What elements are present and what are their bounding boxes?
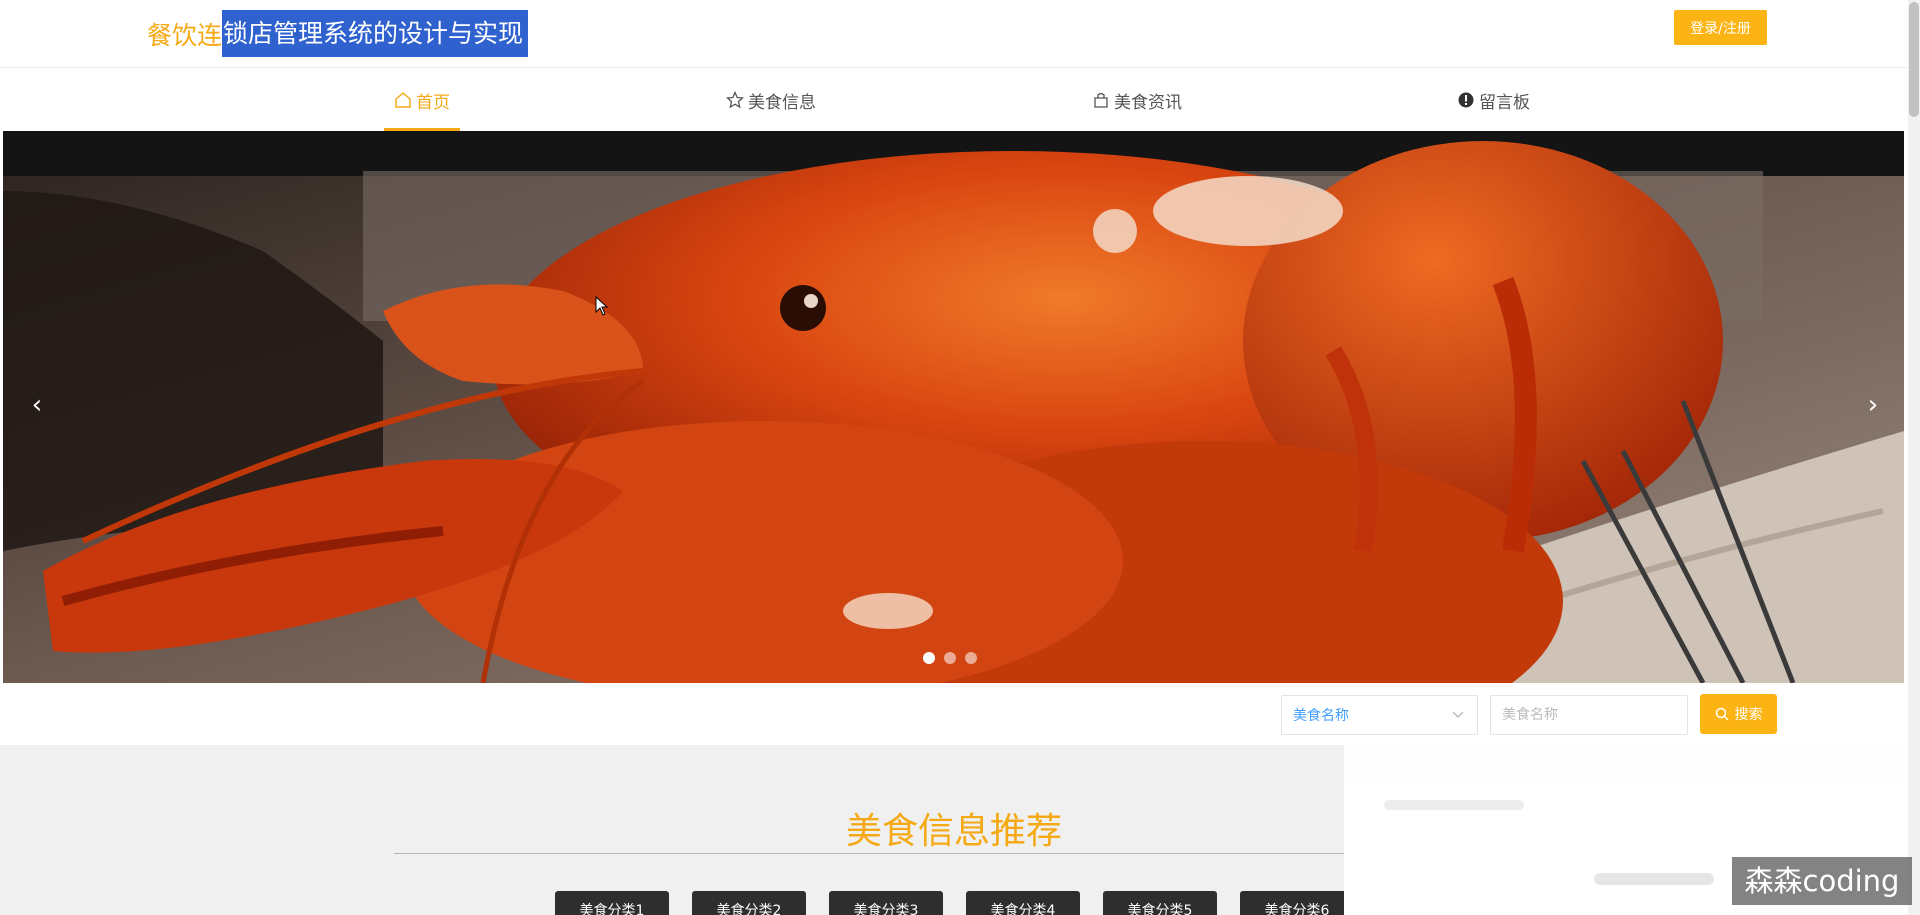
- nav-item-label: 美食信息: [748, 92, 816, 113]
- banner-carousel[interactable]: [3, 131, 1904, 683]
- chevron-down-icon: [1452, 711, 1464, 718]
- category-tab-5[interactable]: 美食分类5: [1103, 891, 1217, 915]
- scrollbar-thumb[interactable]: [1909, 2, 1919, 117]
- search-icon: [1715, 707, 1729, 721]
- search-button-label: 搜索: [1734, 707, 1763, 723]
- watermark: 森森coding: [1732, 857, 1912, 905]
- page-scrollbar[interactable]: [1908, 0, 1920, 915]
- nav-item-label: 首页: [416, 92, 450, 113]
- site-title-selected-text: 锁店管理系统的设计与实现: [222, 10, 529, 57]
- category-tab-6[interactable]: 美食分类6: [1240, 891, 1354, 915]
- page: 餐饮连锁店管理系统的设计与实现 登录/注册 首页 美食信息 美食资讯 留言板: [0, 0, 1920, 915]
- blurred-text: [1384, 800, 1524, 810]
- carousel-dot-2[interactable]: [944, 652, 956, 664]
- nav-item-label: 留言板: [1479, 92, 1530, 113]
- search-field-select[interactable]: 美食名称: [1281, 695, 1478, 735]
- mouse-cursor-icon: [595, 296, 609, 316]
- category-tab-3[interactable]: 美食分类3: [829, 891, 943, 915]
- search-input[interactable]: [1490, 695, 1688, 735]
- carousel-next-arrow[interactable]: ›: [1858, 390, 1888, 420]
- category-tab-2[interactable]: 美食分类2: [692, 891, 806, 915]
- nav-item-food-info[interactable]: 美食信息: [726, 69, 816, 131]
- search-button[interactable]: 搜索: [1700, 694, 1777, 734]
- star-icon: [726, 91, 744, 109]
- nav-item-home[interactable]: 首页: [384, 69, 460, 131]
- main-nav: 首页 美食信息 美食资讯 留言板: [0, 69, 1908, 131]
- carousel-dot-3[interactable]: [965, 652, 977, 664]
- info-circle-icon: [1458, 92, 1474, 108]
- category-tab-4[interactable]: 美食分类4: [966, 891, 1080, 915]
- bag-icon: [1094, 92, 1108, 108]
- home-icon: [395, 92, 411, 108]
- banner-image: [3, 131, 1904, 683]
- site-title-part1: 餐饮连: [147, 20, 223, 50]
- blurred-text: [1594, 873, 1714, 885]
- carousel-indicators: [923, 652, 977, 664]
- carousel-dot-1[interactable]: [923, 652, 935, 664]
- nav-item-label: 美食资讯: [1114, 92, 1182, 113]
- search-field-select-value: 美食名称: [1293, 708, 1349, 724]
- site-title: 餐饮连 锁店管理系统的设计与实现: [147, 10, 529, 57]
- category-tab-1[interactable]: 美食分类1: [555, 891, 669, 915]
- login-register-button[interactable]: 登录/注册: [1674, 10, 1767, 45]
- top-header: 餐饮连 锁店管理系统的设计与实现 登录/注册: [0, 0, 1908, 68]
- nav-item-food-news[interactable]: 美食资讯: [1092, 69, 1182, 131]
- carousel-prev-arrow[interactable]: ‹: [22, 390, 52, 420]
- nav-item-message-board[interactable]: 留言板: [1457, 69, 1530, 131]
